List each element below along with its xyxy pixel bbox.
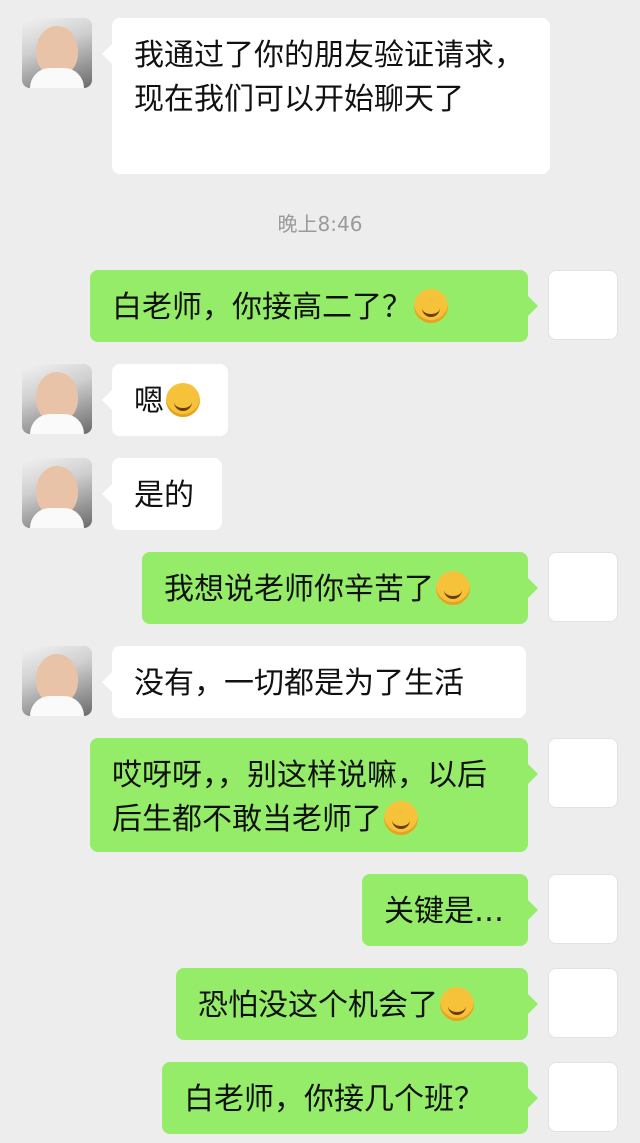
message-text: 哎呀呀，，别这样说嘛，以后后生都不敢当老师了 [112,758,487,837]
message-bubble[interactable]: 我想说老师你辛苦了 [142,552,538,624]
message-bubble[interactable]: 哎呀呀，，别这样说嘛，以后后生都不敢当老师了 [90,738,538,852]
self-avatar[interactable] [548,874,618,944]
message-bubble[interactable]: 我通过了你的朋友验证请求，现在我们可以开始聊天了 [102,18,550,174]
message-bubble[interactable]: 恐怕没这个机会了 [176,968,538,1040]
message-text: 嗯 [134,384,164,419]
message-bubble[interactable]: 没有，一切都是为了生活 [102,646,526,718]
chat-timestamp: 晚上8:46 [277,212,363,236]
thinking-emoji-icon [440,987,474,1021]
contact-avatar[interactable] [22,364,92,434]
message-text: 我想说老师你辛苦了 [164,572,434,607]
self-avatar[interactable] [548,1062,618,1132]
contact-avatar[interactable] [22,18,92,88]
self-avatar[interactable] [548,270,618,340]
handshake-emoji-icon [436,571,470,605]
message-text: 关键是… [384,894,504,929]
message-text: 白老师，你接高二了？ [112,290,412,325]
grin-emoji-icon [384,801,418,835]
message-bubble[interactable]: 白老师，你接几个班？ [162,1062,538,1134]
crying-laugh-emoji-icon [166,383,200,417]
self-avatar[interactable] [548,738,618,808]
contact-avatar[interactable] [22,646,92,716]
self-avatar[interactable] [548,552,618,622]
smile-emoji-icon [414,289,448,323]
message-bubble[interactable]: 嗯 [102,364,228,436]
message-bubble[interactable]: 关键是… [362,874,538,946]
message-text: 我通过了你的朋友验证请求，现在我们可以开始聊天了 [134,38,524,117]
self-avatar[interactable] [548,968,618,1038]
message-text: 恐怕没这个机会了 [198,988,438,1023]
message-text: 是的 [134,478,194,513]
message-bubble[interactable]: 是的 [102,458,222,530]
message-text: 白老师，你接几个班？ [184,1082,484,1117]
contact-avatar[interactable] [22,458,92,528]
message-text: 没有，一切都是为了生活 [134,666,464,701]
message-bubble[interactable]: 白老师，你接高二了？ [90,270,538,342]
